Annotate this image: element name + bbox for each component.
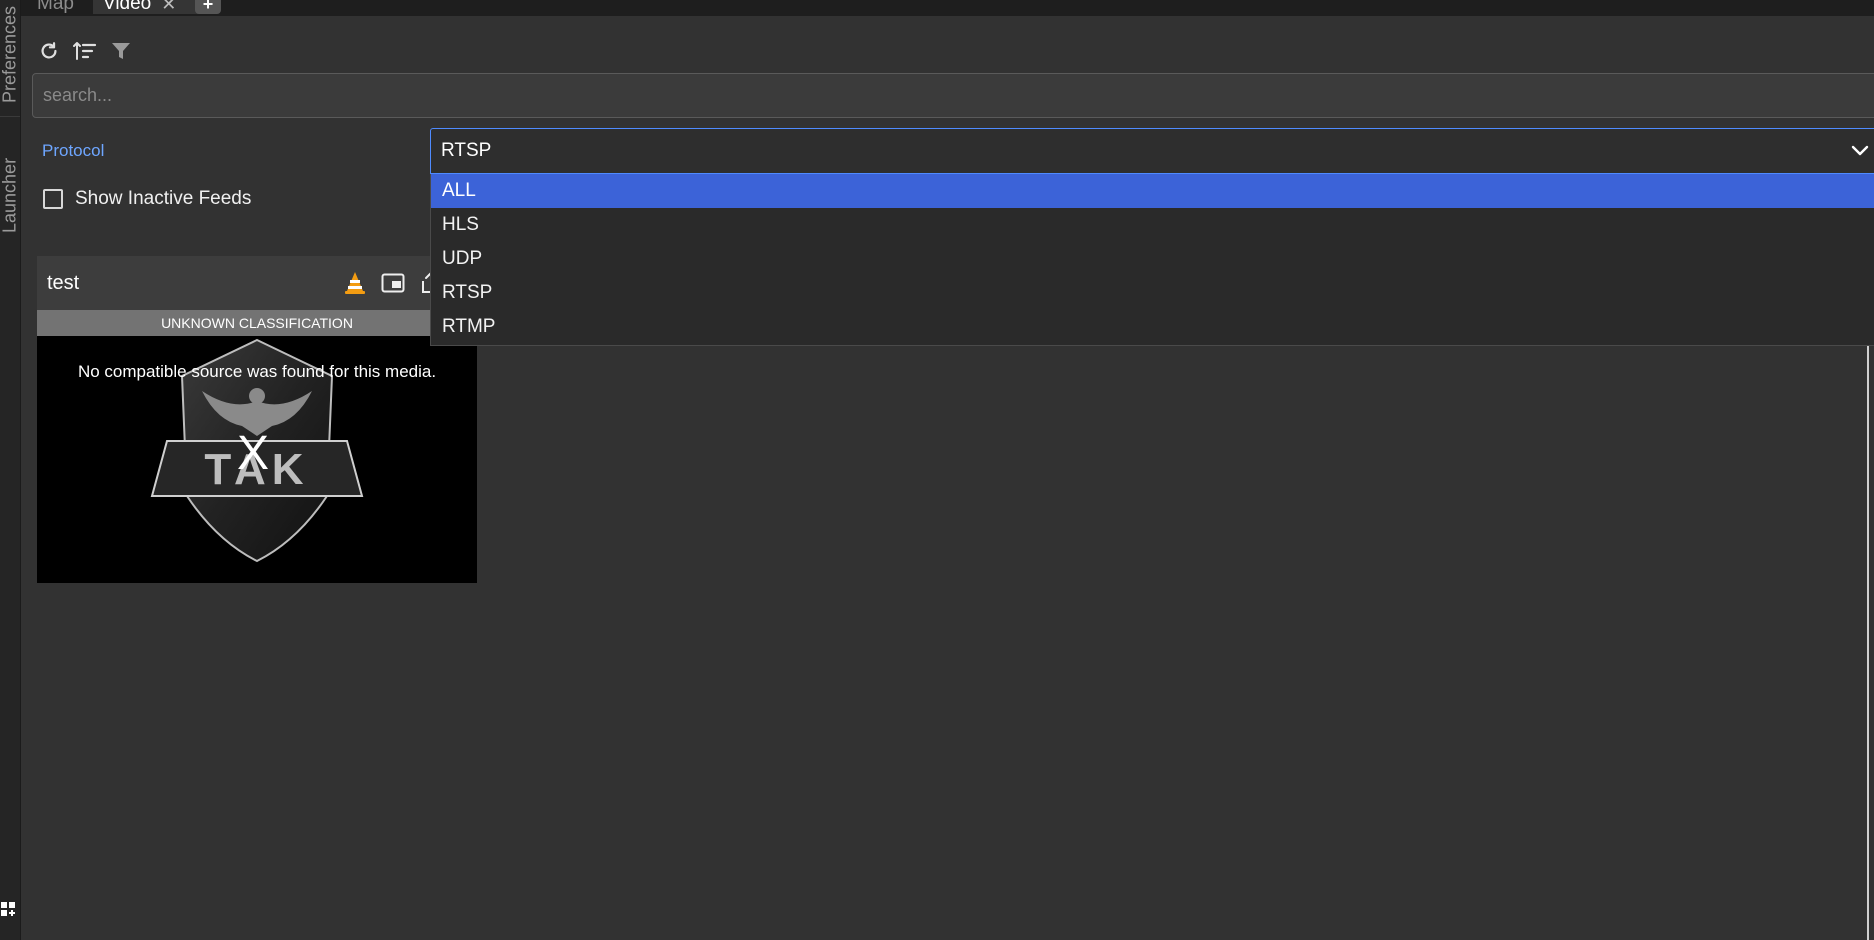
toolbar	[36, 38, 134, 64]
search-input[interactable]	[32, 73, 1874, 118]
preferences-tab[interactable]: Preferences	[0, 0, 20, 108]
protocol-label: Protocol	[42, 141, 105, 160]
filter-icon[interactable]	[108, 38, 134, 64]
protocol-option-rtmp[interactable]: RTMP	[431, 310, 1874, 344]
card-title: test	[47, 272, 80, 294]
close-icon[interactable]: ✕	[161, 0, 176, 15]
protocol-option-hls[interactable]: HLS	[431, 208, 1874, 242]
picture-in-picture-icon[interactable]	[380, 270, 406, 296]
protocol-option-all[interactable]: ALL	[431, 174, 1874, 208]
card-actions	[342, 270, 444, 296]
video-feed-card: test UNKNOWN CLASSIFICATION TAK No compa…	[37, 256, 477, 583]
tab-video[interactable]: Video ✕	[93, 0, 205, 14]
plus-icon: +	[202, 0, 214, 14]
vlc-icon[interactable]	[342, 270, 368, 296]
refresh-icon[interactable]	[36, 38, 62, 64]
right-divider	[1867, 346, 1869, 940]
tab-strip: Map Video ✕ +	[21, 0, 1874, 16]
show-inactive-label[interactable]: Show Inactive Feeds	[75, 188, 251, 210]
show-inactive-checkbox[interactable]	[43, 189, 63, 209]
show-inactive-row: Show Inactive Feeds	[43, 188, 251, 210]
protocol-dropdown-menu: ALL HLS UDP RTSP RTMP	[430, 174, 1874, 346]
media-error-message: No compatible source was found for this …	[77, 362, 437, 381]
tab-video-label: Video	[103, 0, 152, 14]
launcher-tab[interactable]: Launcher	[0, 150, 20, 240]
add-widget-icon[interactable]	[1, 902, 17, 918]
protocol-selected-value: RTSP	[441, 140, 492, 161]
protocol-option-rtsp[interactable]: RTSP	[431, 276, 1874, 310]
classification-label: UNKNOWN CLASSIFICATION	[161, 315, 353, 331]
chevron-down-icon	[1849, 139, 1871, 167]
left-rail: Preferences Launcher	[0, 0, 21, 940]
media-player[interactable]: TAK No compatible source was found for t…	[37, 336, 477, 583]
protocol-select[interactable]: RTSP	[430, 128, 1874, 174]
close-media-icon[interactable]: X	[237, 426, 269, 481]
add-tab-button[interactable]: +	[195, 0, 221, 14]
tab-map-label: Map	[37, 0, 74, 14]
sort-icon[interactable]	[72, 38, 98, 64]
card-header: test	[37, 256, 477, 310]
classification-banner: UNKNOWN CLASSIFICATION	[37, 310, 477, 336]
app-window: Preferences Launcher Map Video ✕ + searc…	[0, 0, 1874, 940]
protocol-option-udp[interactable]: UDP	[431, 242, 1874, 276]
rail-divider	[0, 116, 20, 145]
tab-map[interactable]: Map	[37, 0, 74, 14]
